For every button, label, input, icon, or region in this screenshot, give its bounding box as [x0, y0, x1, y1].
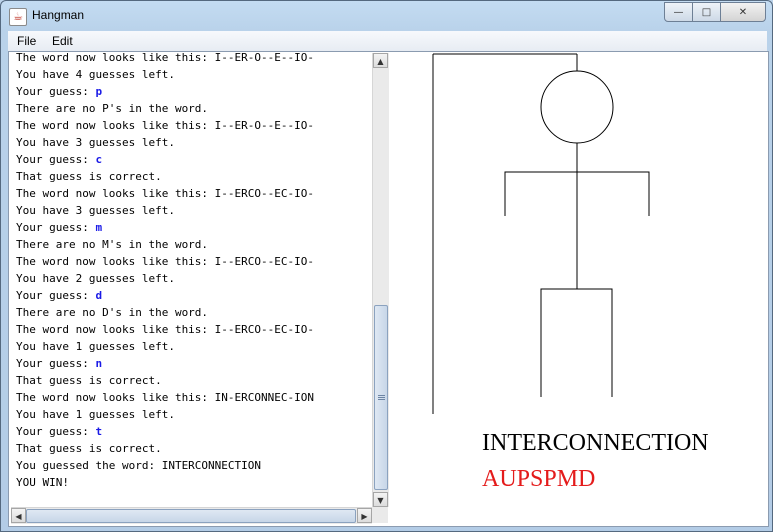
transcript-line-text: The word now looks like this: I--ER-O--E… [16, 53, 315, 64]
transcript-line: Your guess: p [16, 85, 102, 102]
guessed-letter: p [95, 85, 103, 98]
vertical-scroll-thumb[interactable] [374, 305, 388, 490]
transcript-line: That guess is correct. [16, 170, 162, 187]
transcript-line-text: The word now looks like this: I--ERCO--E… [16, 187, 315, 200]
minimize-button[interactable]: — [664, 2, 693, 22]
scroll-down-arrow-icon[interactable]: ▼ [373, 492, 388, 507]
title-bar[interactable]: ☕ Hangman — □ ✕ [1, 1, 772, 31]
transcript-line-text: There are no D's in the word. [16, 306, 209, 319]
transcript-line-text: YOU WIN! [16, 476, 69, 489]
content-area: The word now looks like this: I--ER-O--E… [8, 51, 769, 527]
transcript-line: You guessed the word: INTERCONNECTION [16, 459, 261, 476]
transcript-line-text: You have 1 guesses left. [16, 340, 175, 353]
window-controls: — □ ✕ [664, 2, 766, 22]
transcript-line-text: You have 3 guesses left. [16, 136, 175, 149]
transcript-line: The word now looks like this: I--ERCO--E… [16, 255, 314, 272]
transcript-line-text: There are no M's in the word. [16, 238, 209, 251]
transcript-line-text: The word now looks like this: IN-ERCONNE… [16, 391, 315, 404]
transcript-line-text: That guess is correct. [16, 442, 162, 455]
transcript-line: You have 4 guesses left. [16, 68, 175, 85]
transcript-line: You have 3 guesses left. [16, 204, 175, 221]
transcript-line: Your guess: m [16, 221, 102, 238]
guessed-letter: t [95, 425, 103, 438]
transcript-line-text: You have 1 guesses left. [16, 408, 175, 421]
hangman-legs [540, 288, 613, 397]
java-app-icon[interactable]: ☕ [9, 8, 27, 26]
transcript-line-text: That guess is correct. [16, 374, 162, 387]
horizontal-scrollbar[interactable]: ◀ ▶ [11, 507, 372, 524]
thumb-grip-line [378, 395, 385, 396]
menu-bar: File Edit [8, 31, 767, 51]
transcript-line-text: Your guess: [16, 289, 96, 302]
guessed-letter: d [95, 289, 103, 302]
horizontal-scroll-thumb[interactable] [26, 509, 356, 523]
transcript-line: There are no P's in the word. [16, 102, 208, 119]
hangman-drawing-panel: INTERCONNECTION AUPSPMD [390, 52, 768, 526]
transcript-line: YOU WIN! [16, 476, 69, 493]
transcript-line: You have 3 guesses left. [16, 136, 175, 153]
hangman-window: ☕ Hangman — □ ✕ File Edit The word now l… [0, 0, 773, 532]
thumb-grip-line [378, 397, 385, 398]
transcript-line: The word now looks like this: I--ERCO--E… [16, 323, 314, 340]
guessed-letter: m [95, 221, 103, 234]
transcript-line-text: Your guess: [16, 85, 96, 98]
transcript-line-text: That guess is correct. [16, 170, 162, 183]
transcript-line: Your guess: t [16, 425, 102, 442]
transcript-line-text: Your guess: [16, 153, 96, 166]
transcript-line-text: You guessed the word: INTERCONNECTION [16, 459, 262, 472]
transcript-line: You have 2 guesses left. [16, 272, 175, 289]
scroll-left-arrow-icon[interactable]: ◀ [11, 508, 26, 523]
transcript-line: There are no D's in the word. [16, 306, 208, 323]
scroll-up-arrow-icon[interactable]: ▲ [373, 53, 388, 68]
transcript-line: The word now looks like this: I--ERCO--E… [16, 187, 314, 204]
scroll-right-arrow-icon[interactable]: ▶ [357, 508, 372, 523]
transcript-line: You have 1 guesses left. [16, 408, 175, 425]
transcript-line: You have 1 guesses left. [16, 340, 175, 357]
transcript-line: That guess is correct. [16, 374, 162, 391]
transcript-line: Your guess: c [16, 153, 102, 170]
transcript-line-text: You have 2 guesses left. [16, 272, 175, 285]
menu-edit[interactable]: Edit [52, 34, 73, 48]
transcript-line: The word now looks like this: IN-ERCONNE… [16, 391, 314, 408]
transcript-line: Your guess: d [16, 289, 102, 306]
transcript-line-text: Your guess: [16, 357, 96, 370]
guessed-letter: c [95, 153, 103, 166]
transcript-line-text: You have 4 guesses left. [16, 68, 175, 81]
hangman-head [540, 70, 614, 144]
transcript-line: The word now looks like this: I--ER-O--E… [16, 119, 314, 136]
transcript-line: There are no M's in the word. [16, 238, 208, 255]
secret-word-label: INTERCONNECTION [482, 430, 709, 456]
wrong-guesses-label: AUPSPMD [482, 466, 596, 492]
transcript-line: Your guess: n [16, 357, 102, 374]
transcript-line-text: You have 3 guesses left. [16, 204, 175, 217]
transcript-text-area[interactable]: The word now looks like this: I--ER-O--E… [11, 53, 371, 506]
transcript-line-text: The word now looks like this: I--ER-O--E… [16, 119, 315, 132]
maximize-button[interactable]: □ [692, 2, 721, 22]
transcript-line-text: Your guess: [16, 221, 96, 234]
transcript-line-text: The word now looks like this: I--ERCO--E… [16, 255, 315, 268]
transcript-line-text: The word now looks like this: I--ERCO--E… [16, 323, 315, 336]
transcript-line-text: Your guess: [16, 425, 96, 438]
transcript-line-text: There are no P's in the word. [16, 102, 209, 115]
thumb-grip-line [378, 399, 385, 400]
menu-file[interactable]: File [17, 34, 36, 48]
transcript-line: That guess is correct. [16, 442, 162, 459]
transcript-line: The word now looks like this: I--ER-O--E… [16, 53, 314, 68]
guessed-letter: n [95, 357, 103, 370]
window-title: Hangman [32, 8, 85, 22]
scrollbar-corner [372, 507, 388, 523]
close-button[interactable]: ✕ [720, 2, 766, 22]
vertical-scrollbar[interactable]: ▲ ▼ [372, 53, 389, 507]
